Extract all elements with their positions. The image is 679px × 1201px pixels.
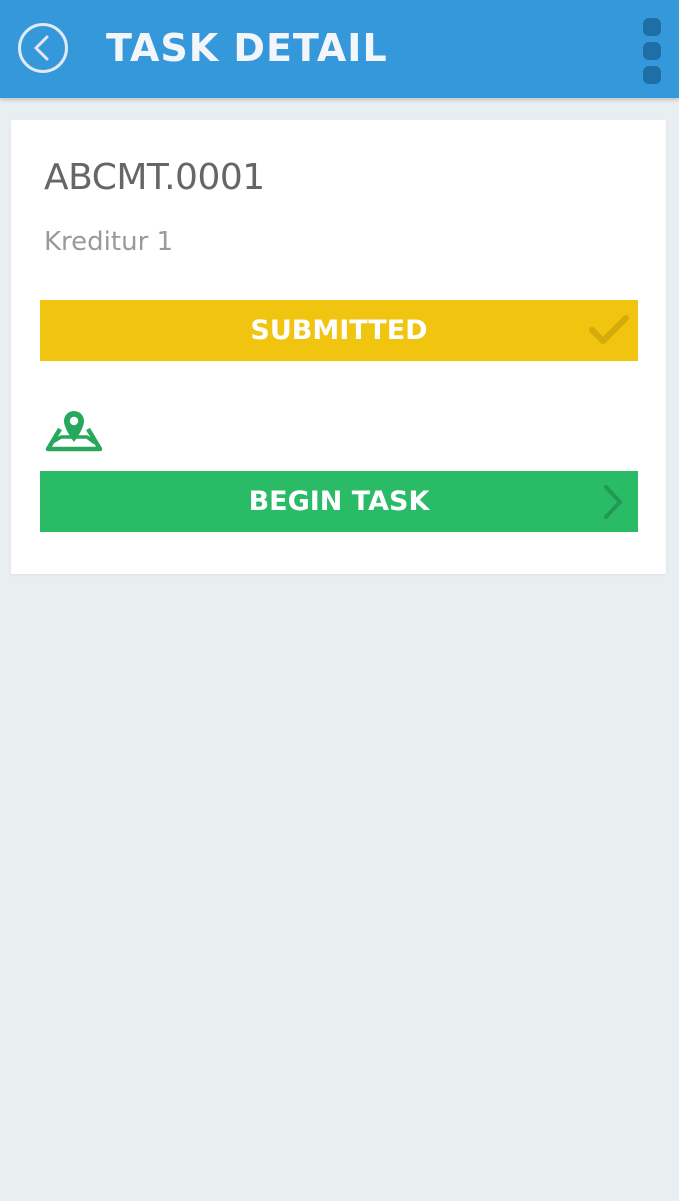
page-title: TASK DETAIL bbox=[106, 26, 388, 70]
task-subtitle: Kreditur 1 bbox=[44, 227, 174, 257]
status-badge: SUBMITTED bbox=[40, 300, 638, 361]
task-id: ABCMT.0001 bbox=[44, 157, 265, 198]
task-card: ABCMT.0001 Kreditur 1 SUBMITTED BEGIN TA… bbox=[11, 120, 666, 574]
begin-task-label: BEGIN TASK bbox=[248, 486, 430, 517]
begin-task-button[interactable]: BEGIN TASK bbox=[40, 471, 638, 532]
chevron-left-circle-icon[interactable] bbox=[17, 22, 69, 74]
check-icon bbox=[589, 315, 629, 344]
chevron-right-icon bbox=[604, 485, 622, 519]
map-pin-icon[interactable] bbox=[45, 407, 103, 455]
more-vertical-icon[interactable] bbox=[637, 18, 667, 86]
status-label: SUBMITTED bbox=[250, 315, 428, 346]
app-bar: TASK DETAIL bbox=[0, 0, 679, 98]
back-button[interactable] bbox=[17, 22, 69, 74]
